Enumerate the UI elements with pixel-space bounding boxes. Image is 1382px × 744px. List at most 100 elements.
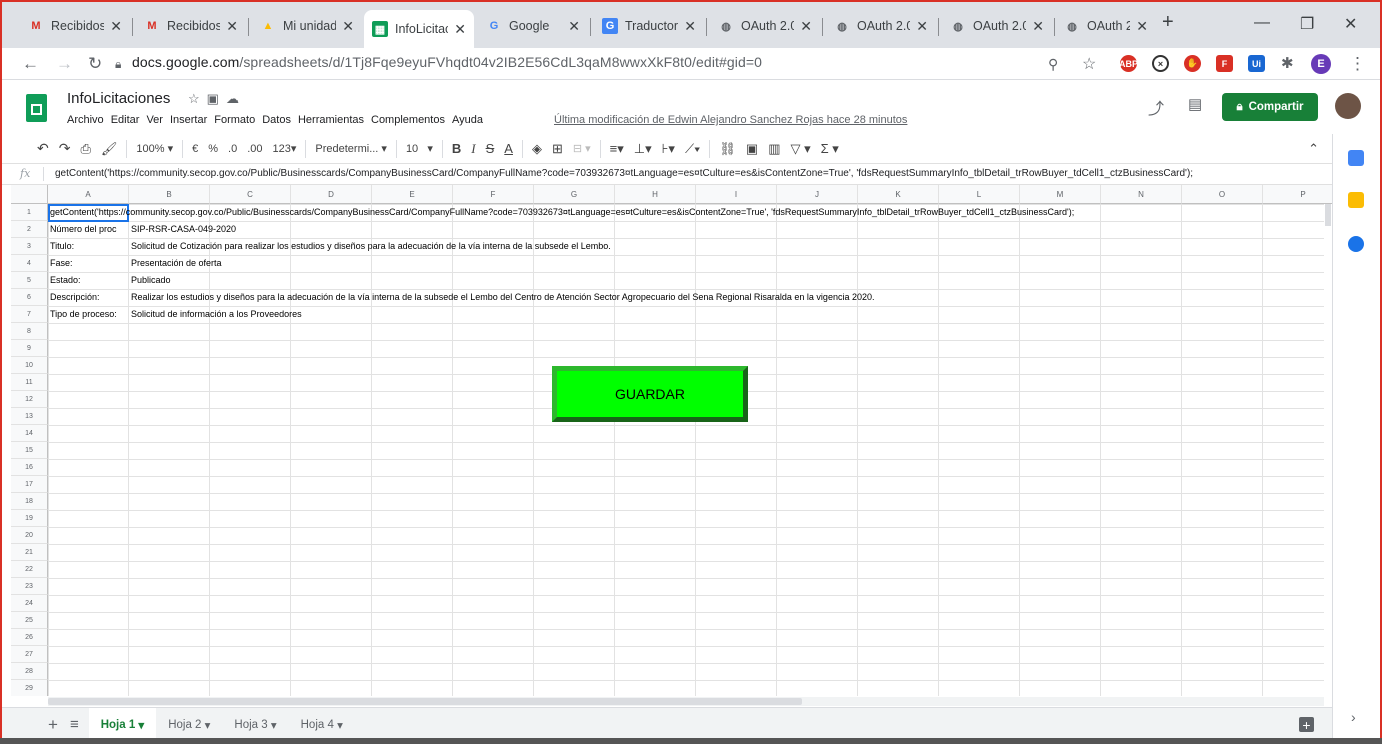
column-header-k[interactable]: K — [858, 185, 939, 204]
activity-icon[interactable]: ⤴ — [1148, 95, 1164, 119]
row-header-19[interactable]: 19 — [11, 510, 48, 527]
row-header-15[interactable]: 15 — [11, 442, 48, 459]
menu-dots-icon[interactable]: ⋮ — [1349, 54, 1366, 74]
row-header-4[interactable]: 4 — [11, 255, 48, 272]
increase-decimals-button[interactable]: .00 — [242, 143, 267, 155]
star-icon[interactable]: ☆ — [188, 91, 207, 106]
row-header-13[interactable]: 13 — [11, 408, 48, 425]
row-header-1[interactable]: 1 — [11, 204, 48, 221]
sheet-tab-3[interactable]: Hoja 3 ▾ — [222, 708, 288, 742]
font-extension-icon[interactable]: F — [1216, 55, 1233, 72]
row-header-14[interactable]: 14 — [11, 425, 48, 442]
guardar-button[interactable]: GUARDAR — [552, 366, 748, 422]
cell-b4[interactable]: Presentación de oferta — [129, 255, 222, 272]
tab-drive[interactable]: ▲ Mi unidad ✕ — [252, 12, 362, 40]
row-header-8[interactable]: 8 — [11, 323, 48, 340]
menu-editar[interactable]: Editar — [111, 114, 140, 126]
paint-format-icon[interactable]: 🖌︎ — [96, 141, 123, 157]
menu-ver[interactable]: Ver — [146, 114, 163, 126]
profile-avatar-icon[interactable]: E — [1311, 54, 1331, 74]
tab-google[interactable]: G Google ✕ — [478, 12, 588, 40]
close-icon[interactable]: ✕ — [1136, 18, 1148, 35]
horizontal-scrollbar[interactable] — [48, 697, 1324, 706]
tab-infolicitaciones[interactable]: ▦InfoLicitaciones✕ — [364, 10, 474, 48]
cell-a2[interactable]: Número del proc — [48, 221, 117, 238]
decrease-decimals-button[interactable]: .0 — [223, 143, 242, 155]
sheet-tab-1[interactable]: Hoja 1 ▾ — [88, 707, 157, 742]
column-header-d[interactable]: D — [291, 185, 372, 204]
row-header-9[interactable]: 9 — [11, 340, 48, 357]
close-icon[interactable]: ✕ — [226, 18, 238, 35]
row-header-5[interactable]: 5 — [11, 272, 48, 289]
redo-icon[interactable]: ↷ — [54, 140, 76, 157]
column-header-e[interactable]: E — [372, 185, 453, 204]
back-icon[interactable]: ← — [22, 54, 39, 74]
row-header-26[interactable]: 26 — [11, 629, 48, 646]
column-header-h[interactable]: H — [615, 185, 696, 204]
font-size-select[interactable]: 10 ▾ — [401, 142, 438, 155]
column-header-l[interactable]: L — [939, 185, 1020, 204]
restore-icon[interactable]: ❐ — [1300, 14, 1314, 34]
column-header-p[interactable]: P — [1263, 185, 1332, 204]
close-icon[interactable]: ✕ — [568, 18, 580, 35]
tasks-icon[interactable] — [1348, 236, 1364, 252]
row-header-18[interactable]: 18 — [11, 493, 48, 510]
stop-extension-icon[interactable]: ✋ — [1184, 55, 1201, 72]
explore-icon[interactable]: + — [1299, 717, 1314, 733]
percent-button[interactable]: % — [203, 143, 223, 155]
row-header-21[interactable]: 21 — [11, 544, 48, 561]
keep-icon[interactable] — [1348, 192, 1364, 208]
uipath-icon[interactable]: Ui — [1248, 55, 1265, 72]
row-header-7[interactable]: 7 — [11, 306, 48, 323]
merge-cells-icon[interactable]: ⊟ ▾ — [568, 142, 596, 155]
column-header-b[interactable]: B — [129, 185, 210, 204]
share-button[interactable]: 🔒︎ Compartir — [1222, 93, 1318, 121]
row-header-29[interactable]: 29 — [11, 680, 48, 696]
row-header-23[interactable]: 23 — [11, 578, 48, 595]
reload-icon[interactable]: ↻ — [88, 54, 102, 74]
cell-b6[interactable]: Realizar los estudios y diseños para la … — [129, 289, 874, 306]
cell-a5[interactable]: Estado: — [48, 272, 81, 289]
extensions-puzzle-icon[interactable]: ✱ — [1281, 54, 1294, 72]
collapse-icon[interactable]: ⌃ — [1303, 141, 1324, 157]
strikethrough-icon[interactable]: S — [481, 141, 500, 156]
row-header-24[interactable]: 24 — [11, 595, 48, 612]
row-header-2[interactable]: 2 — [11, 221, 48, 238]
row-header-25[interactable]: 25 — [11, 612, 48, 629]
close-icon[interactable]: ✕ — [684, 18, 696, 35]
adblock-icon[interactable]: ABP — [1119, 55, 1138, 72]
star-icon[interactable]: ☆ — [1082, 54, 1096, 74]
sheets-logo-icon[interactable] — [26, 94, 47, 122]
close-icon[interactable]: ✕ — [1032, 18, 1044, 35]
row-header-6[interactable]: 6 — [11, 289, 48, 306]
column-header-g[interactable]: G — [534, 185, 615, 204]
borders-icon[interactable]: ⊞ — [547, 141, 568, 157]
tab-oauth-2[interactable]: ◍ OAuth 2.0 ✕ — [826, 12, 936, 40]
formula-input[interactable]: getContent('https://community.secop.gov.… — [55, 168, 1193, 179]
select-all-corner[interactable] — [11, 185, 48, 204]
cell-a4[interactable]: Fase: — [48, 255, 73, 272]
row-header-22[interactable]: 22 — [11, 561, 48, 578]
menu-datos[interactable]: Datos — [262, 114, 291, 126]
extension-icon[interactable]: × — [1152, 55, 1169, 72]
bold-icon[interactable]: B — [447, 141, 466, 156]
minimize-icon[interactable]: — — [1254, 14, 1270, 32]
avatar[interactable] — [1335, 93, 1361, 119]
link-icon[interactable]: ⛓ — [714, 141, 741, 157]
column-header-c[interactable]: C — [210, 185, 291, 204]
vertical-scrollbar[interactable] — [1324, 204, 1332, 696]
row-header-17[interactable]: 17 — [11, 476, 48, 493]
all-sheets-icon[interactable]: ≡ — [70, 716, 79, 733]
row-header-12[interactable]: 12 — [11, 391, 48, 408]
cell-a6[interactable]: Descripción: — [48, 289, 100, 306]
close-icon[interactable]: ✕ — [916, 18, 928, 35]
tab-gmail-1[interactable]: M Recibidos ✕ — [20, 12, 130, 40]
italic-icon[interactable]: I — [466, 141, 480, 157]
tab-oauth-4[interactable]: ◍OAuth 2.0✕ — [1056, 12, 1156, 40]
cell-b2[interactable]: SIP-RSR-CASA-049-2020 — [129, 221, 236, 238]
close-icon[interactable]: ✕ — [342, 18, 354, 35]
row-header-10[interactable]: 10 — [11, 357, 48, 374]
close-window-icon[interactable]: ✕ — [1344, 14, 1357, 34]
rotate-icon[interactable]: ⟋▾ — [680, 141, 705, 157]
row-header-11[interactable]: 11 — [11, 374, 48, 391]
